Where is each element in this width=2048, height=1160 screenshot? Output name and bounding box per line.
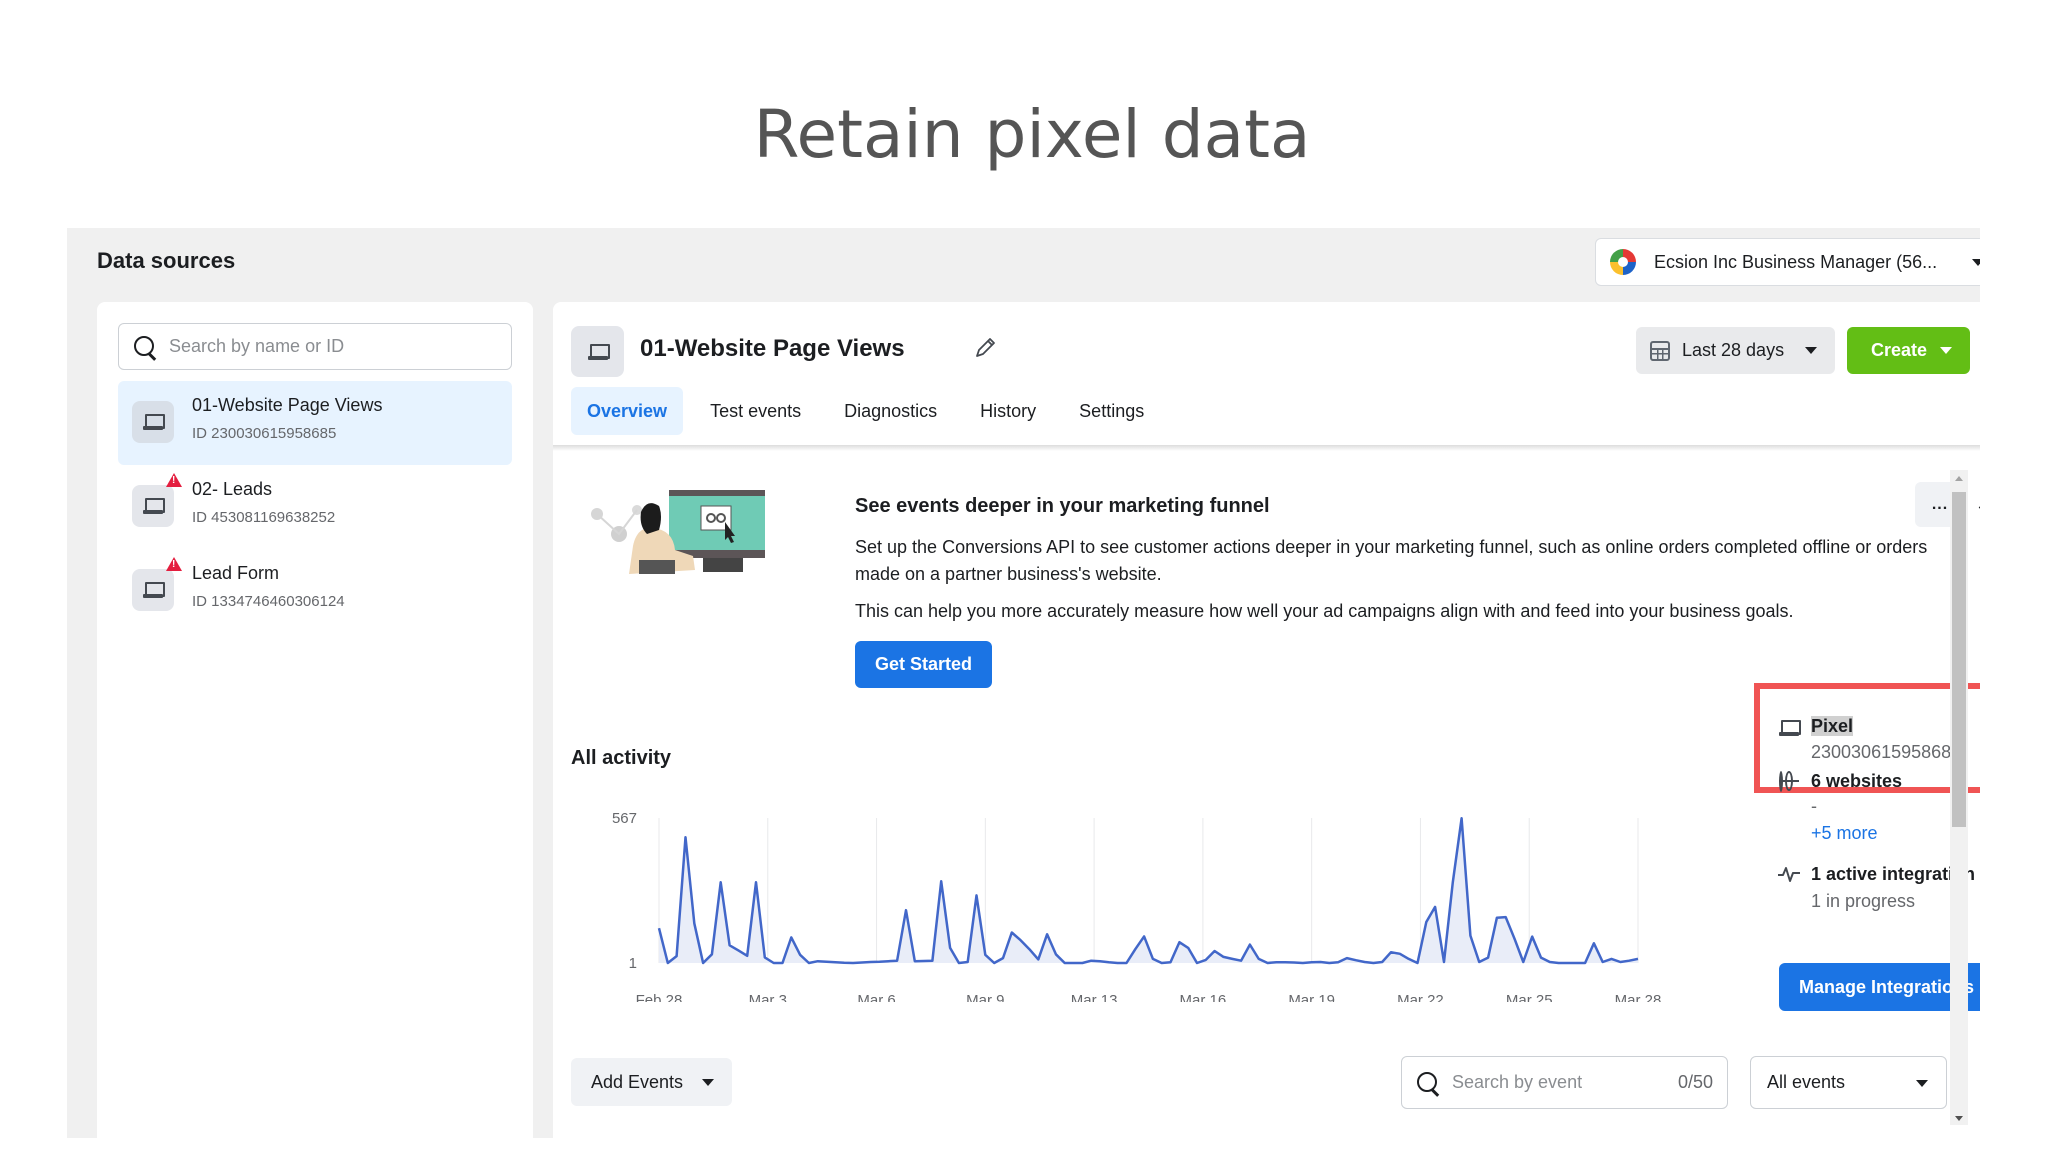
x-tick-label: Mar 13 xyxy=(1071,992,1118,1002)
data-source-detail-panel: 01-Website Page Views Last 28 days Creat… xyxy=(553,302,1980,1138)
search-icon xyxy=(1416,1071,1440,1095)
pixel-id: 230030615958685 xyxy=(1811,742,1962,762)
data-source-search-input[interactable]: Search by name or ID xyxy=(118,323,512,370)
data-source-list-panel: Search by name or ID 01-Website Page Vie… xyxy=(97,302,533,1138)
business-manager-label: Ecsion Inc Business Manager (56... xyxy=(1654,251,1938,272)
add-events-label: Add Events xyxy=(591,1071,684,1092)
activity-pulse-icon xyxy=(1778,867,1800,882)
caret-down-icon xyxy=(1805,347,1817,354)
caret-down-icon xyxy=(702,1079,714,1086)
x-tick-label: Feb 28 xyxy=(636,992,683,1002)
scroll-down-arrow-icon[interactable] xyxy=(1955,1116,1963,1121)
laptop-glyph xyxy=(1779,720,1801,736)
search-icon xyxy=(133,335,157,359)
pixel-source-icon xyxy=(132,569,174,611)
x-tick-label: Mar 28 xyxy=(1615,992,1662,1002)
globe-icon xyxy=(1779,771,1783,792)
pixel-source-icon xyxy=(132,401,174,443)
pixel-label: Pixel xyxy=(1811,716,1854,737)
x-tick-label: Mar 6 xyxy=(857,992,895,1002)
data-source-item[interactable]: 02- Leads ID 453081169638252 xyxy=(118,465,512,549)
event-filter-label: All events xyxy=(1767,1072,1846,1092)
data-source-id: ID 230030615958685 xyxy=(192,425,337,442)
create-label: Create xyxy=(1871,340,1928,360)
data-source-id: ID 1334746460306124 xyxy=(192,593,345,610)
data-source-item[interactable]: Lead Form ID 1334746460306124 xyxy=(118,549,512,633)
data-source-name: 02- Leads xyxy=(192,479,273,499)
data-source-id: ID 453081169638252 xyxy=(192,509,336,526)
laptop-icon xyxy=(143,414,165,430)
x-tick-label: Mar 22 xyxy=(1397,992,1444,1002)
x-tick-label: Mar 19 xyxy=(1288,992,1335,1002)
x-tick-label: Mar 9 xyxy=(966,992,1004,1002)
data-source-name: 01-Website Page Views xyxy=(192,395,383,415)
collapse-chevron-icon[interactable] xyxy=(1978,499,1980,516)
pixel-label-text: Pixel xyxy=(1811,716,1854,736)
slide-title: Retain pixel data xyxy=(753,96,1311,173)
page-title: Data sources xyxy=(97,248,236,273)
business-manager-dropdown[interactable]: Ecsion Inc Business Manager (56... xyxy=(1595,238,1980,286)
x-tick-label: Mar 25 xyxy=(1506,992,1553,1002)
activity-line xyxy=(657,817,1639,965)
add-events-button[interactable]: Add Events xyxy=(571,1058,732,1106)
warning-icon xyxy=(166,473,182,487)
scrollbar-thumb[interactable] xyxy=(1952,492,1966,827)
laptop-icon xyxy=(143,582,165,598)
scrollbar[interactable] xyxy=(1950,470,1968,1125)
y-tick-label: 1 xyxy=(629,955,637,972)
caret-down-icon xyxy=(1940,347,1952,354)
warning-icon xyxy=(166,557,182,571)
business-logo-icon xyxy=(1610,249,1636,275)
event-count: 0/50 xyxy=(1677,1072,1713,1092)
websites-first: - xyxy=(1811,796,1817,816)
x-tick-label: Mar 3 xyxy=(749,992,787,1002)
integrations-in-progress: 1 in progress xyxy=(1811,891,1916,911)
x-tick-label: Mar 16 xyxy=(1180,992,1227,1002)
websites-more-link[interactable]: +5 more xyxy=(1811,823,1878,844)
caret-down-icon xyxy=(1972,259,1980,266)
create-button[interactable]: Create xyxy=(1847,327,1970,374)
laptop-icon xyxy=(1779,720,1801,736)
caret-down-icon xyxy=(1916,1080,1928,1087)
event-filter-select[interactable]: All events xyxy=(1750,1056,1947,1109)
event-search-input[interactable]: Search by event 0/50 xyxy=(1401,1056,1728,1109)
scroll-up-arrow-icon[interactable] xyxy=(1955,476,1963,481)
pixel-source-icon xyxy=(132,485,174,527)
data-sources-page: Data sources Ecsion Inc Business Manager… xyxy=(67,228,1980,1138)
data-source-name: Lead Form xyxy=(192,563,280,583)
event-search-placeholder: Search by event xyxy=(1452,1072,1583,1092)
laptop-icon xyxy=(143,498,165,514)
websites-count: 6 websites xyxy=(1811,771,1903,791)
data-source-item[interactable]: 01-Website Page Views ID 230030615958685 xyxy=(118,381,512,465)
activity-chart: Feb 28 Mar 3 Mar 6 Mar 9 Mar 13 Mar 16 Mar 19 M… xyxy=(612,810,1662,1002)
search-placeholder: Search by name or ID xyxy=(169,336,345,356)
y-tick-label: 567 xyxy=(612,810,637,827)
